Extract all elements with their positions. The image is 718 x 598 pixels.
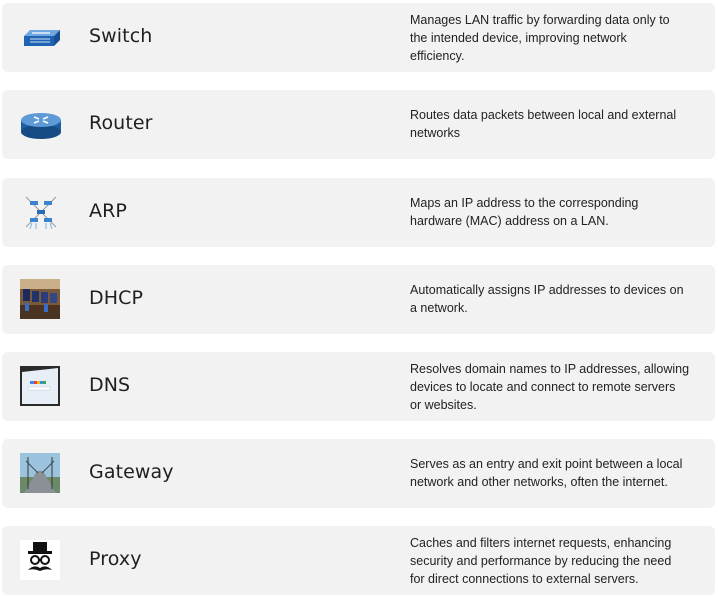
row-title: Proxy <box>89 548 142 570</box>
row-dns: DNS Resolves domain names to IP addresse… <box>2 352 715 421</box>
computer-lab-photo-icon <box>20 279 60 319</box>
row-dhcp: DHCP Automatically assigns IP addresses … <box>2 265 715 334</box>
bridge-photo-icon <box>20 453 60 493</box>
row-title: DNS <box>89 374 131 396</box>
incognito-hat-mustache-icon <box>20 540 60 580</box>
row-title: ARP <box>89 200 127 222</box>
row-description: Routes data packets between local and ex… <box>410 108 677 140</box>
row-arp: ARP Maps an IP address to the correspond… <box>2 178 715 247</box>
row-description: Automatically assigns IP addresses to de… <box>410 283 684 315</box>
browser-search-photo-icon <box>20 366 60 406</box>
row-title: Router <box>89 112 153 134</box>
row-gateway: Gateway Serves as an entry and exit poin… <box>2 439 715 508</box>
row-title: DHCP <box>89 287 144 309</box>
router-icon <box>20 103 62 145</box>
row-proxy: Proxy Caches and filters internet reques… <box>2 526 715 595</box>
network-nodes-icon <box>20 191 62 233</box>
row-description: Maps an IP address to the corresponding … <box>410 196 639 228</box>
row-description: Manages LAN traffic by forwarding data o… <box>410 13 670 63</box>
network-switch-icon <box>20 16 62 58</box>
row-title: Switch <box>89 25 153 47</box>
row-description: Resolves domain names to IP addresses, a… <box>410 362 690 412</box>
row-title: Gateway <box>89 461 174 483</box>
row-description: Caches and filters internet requests, en… <box>410 536 672 586</box>
row-switch: Switch Manages LAN traffic by forwarding… <box>2 3 715 72</box>
row-description: Serves as an entry and exit point betwee… <box>410 457 683 489</box>
row-router: Router Routes data packets between local… <box>2 90 715 159</box>
